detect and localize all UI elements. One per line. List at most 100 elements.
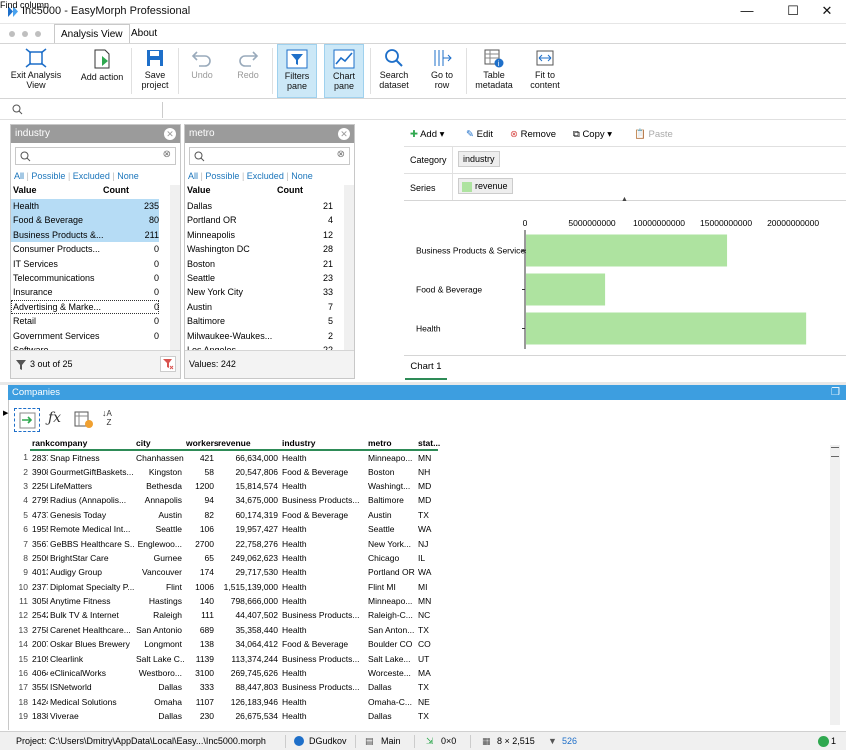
status-user[interactable]: DGudkov (309, 732, 347, 750)
search-dataset-button[interactable]: Search dataset (376, 44, 412, 98)
filter-search-input[interactable]: ⊗ (15, 147, 176, 165)
filter-value-row[interactable]: Consumer Products... 0 (11, 242, 159, 256)
table-row[interactable]: 10 2377Diplomat Specialty P... Flint 1006 1,… (12, 580, 438, 594)
add-column-button[interactable] (14, 408, 40, 432)
close-button[interactable]: ✕ (804, 0, 846, 24)
fit-to-content-button[interactable]: Fit to content (524, 44, 566, 98)
filter-value-row[interactable]: Food & Beverage 80 (11, 213, 159, 228)
table-row[interactable]: 9 4013Audigy Group Vancouver 174 29,717,530 H… (12, 565, 438, 579)
undo-button[interactable]: Undo (184, 44, 220, 98)
column-header[interactable]: workers (184, 437, 219, 451)
go-to-row-button[interactable]: Go to row (424, 44, 460, 98)
clear-filter-button[interactable] (160, 356, 176, 372)
exit-analysis-view-button[interactable]: Exit Analysis View (6, 44, 66, 98)
tab-analysis-view[interactable]: Analysis View (54, 24, 130, 44)
table-row[interactable]: 17 3550ISNetworld Dallas 333 88,447,803 Busin… (12, 680, 438, 694)
filter-link-excluded[interactable]: Excluded (247, 171, 284, 181)
filter-link-none[interactable]: None (117, 171, 139, 181)
filter-value-row[interactable]: Insurance 0 (11, 285, 159, 299)
filter-value-row[interactable]: Advertising & Marke... 0 (11, 299, 159, 315)
table-row[interactable]: 13 2758Carenet Healthcare... San Antonio 68… (12, 623, 438, 637)
save-project-button[interactable]: Save project (136, 44, 174, 98)
column-header[interactable]: metro (366, 437, 416, 451)
minimize-button[interactable]: — (724, 0, 770, 24)
table-row[interactable]: 2 3908GourmetGiftBaskets... Kingston 58 20,5… (12, 464, 438, 478)
scrollbar[interactable] (170, 185, 180, 350)
find-column-input[interactable]: Find column (0, 0, 49, 10)
series-tag[interactable]: revenue (458, 178, 513, 194)
column-header[interactable]: company (48, 437, 134, 451)
filter-link-possible[interactable]: Possible (31, 171, 65, 181)
table-row[interactable]: 7 3567GeBBS Healthcare S...Englewoo... 270… (12, 536, 438, 550)
filter-value-row[interactable]: Baltimore 5 (185, 314, 333, 328)
filter-value-row[interactable]: Health 235 (11, 199, 159, 214)
table-row[interactable]: 18 1424Medical Solutions Omaha 1107 126,183,… (12, 695, 438, 709)
filter-value-row[interactable]: Boston 21 (185, 257, 333, 271)
add-action-button[interactable]: Add action (76, 44, 128, 98)
filter-value-row[interactable]: Washington DC 28 (185, 242, 333, 256)
table-row[interactable]: 6 1955Remote Medical Int... Seattle 106 19,9… (12, 522, 438, 536)
filter-value-row[interactable]: Austin 7 (185, 300, 333, 314)
column-settings-icon[interactable] (74, 411, 94, 429)
table-row[interactable]: 16 4064eClinicalWorks Westboro... 3100 269,7… (12, 666, 438, 680)
table-metadata-button[interactable]: i Table metadata (472, 44, 516, 98)
chart-add-button[interactable]: ✚ Add ▾ (410, 128, 444, 142)
filter-search-input[interactable]: ⊗ (189, 147, 350, 165)
table-row[interactable]: 8 2506BrightStar Care Gurnee 65 249,062,623 H… (12, 551, 438, 565)
table-row[interactable]: 3 2256LifeMatters Bethesda 1200 15,814,574 He… (12, 479, 438, 493)
scrollbar[interactable] (344, 185, 354, 350)
table-row[interactable]: 4 2799Radius (Annapolis... Annapolis 94 34,6… (12, 493, 438, 507)
column-header[interactable]: stat... (416, 437, 440, 451)
filter-value-row[interactable]: Business Products &... 211 (11, 227, 159, 243)
table-row[interactable]: 5 4737Genesis Today Austin 82 60,174,319 Food… (12, 508, 438, 522)
tab-about[interactable]: About (125, 24, 163, 44)
filter-value-row[interactable]: Retail 0 (11, 314, 159, 328)
filters-pane-button[interactable]: Filters pane (277, 44, 317, 98)
status-branch[interactable]: Main (381, 732, 401, 750)
filter-value-row[interactable]: New York City 33 (185, 285, 333, 299)
redo-button[interactable]: Redo (230, 44, 266, 98)
table-row[interactable]: 15 2109Clearlink Salt Lake C... 1139 113,374… (12, 651, 438, 665)
filter-value-row[interactable]: Government Services 0 (11, 329, 159, 343)
chart-remove-button[interactable]: ⊗ Remove (510, 128, 556, 142)
filter-value-row[interactable]: Portland OR 4 (185, 213, 333, 227)
filter-value-row[interactable]: Telecommunications 0 (11, 271, 159, 285)
filter-value-row[interactable]: Seattle 23 (185, 271, 333, 285)
table-row[interactable]: 19 1838Viverae Dallas 230 26,675,534 Health Da… (12, 709, 438, 723)
table-row[interactable]: 12 2542Bulk TV & Internet Raleigh 111 44,407… (12, 608, 438, 622)
column-header[interactable]: industry (280, 437, 366, 451)
table-row[interactable]: 1 2837Snap Fitness Chanhassen 421 66,634,000… (12, 450, 438, 464)
filter-link-possible[interactable]: Possible (205, 171, 239, 181)
scrollbar[interactable] (830, 445, 840, 725)
clear-icon[interactable]: ⊗ (163, 149, 171, 160)
notification-icon[interactable] (818, 736, 829, 747)
expand-arrow-icon[interactable]: ▶ (3, 409, 8, 417)
column-header[interactable]: city (134, 437, 184, 451)
close-icon[interactable]: ✕ (338, 128, 350, 140)
filter-link-excluded[interactable]: Excluded (73, 171, 110, 181)
tab-chart-1[interactable]: Chart 1 (405, 356, 447, 380)
chart-paste-button[interactable]: 📋 Paste (634, 128, 673, 142)
scrollbar-thumb[interactable] (831, 447, 839, 457)
table-row[interactable]: 11 3058Anytime Fitness Hastings 140 798,666,… (12, 594, 438, 608)
column-header[interactable]: rank (30, 437, 50, 451)
filter-link-none[interactable]: None (291, 171, 313, 181)
close-icon[interactable]: ✕ (164, 128, 176, 140)
sort-icon[interactable]: ↓A Z (102, 409, 112, 428)
filter-link-all[interactable]: All (14, 171, 24, 181)
chart-copy-button[interactable]: ⧉ Copy ▾ (573, 128, 612, 142)
filter-value-row[interactable]: Milwaukee-Waukes... 2 (185, 329, 333, 343)
filter-value-row[interactable]: Minneapolis 12 (185, 228, 333, 242)
column-header[interactable]: revenue (216, 437, 280, 451)
restore-icon[interactable]: ❐ (831, 385, 840, 400)
formula-icon[interactable]: ƒx (48, 410, 61, 426)
chart-edit-button[interactable]: ✎ Edit (466, 128, 493, 142)
filter-link-all[interactable]: All (188, 171, 198, 181)
category-tag[interactable]: industry (458, 151, 500, 167)
filter-value-row[interactable]: Dallas 21 (185, 199, 333, 213)
clear-icon[interactable]: ⊗ (337, 149, 345, 160)
filter-value-row[interactable]: IT Services 0 (11, 257, 159, 271)
table-row[interactable]: 14 2007Oskar Blues Brewery Longmont 138 34,0… (12, 637, 438, 651)
chart-pane-button[interactable]: Chart pane (324, 44, 364, 98)
collapse-arrow-icon[interactable]: ▲ (621, 196, 628, 203)
